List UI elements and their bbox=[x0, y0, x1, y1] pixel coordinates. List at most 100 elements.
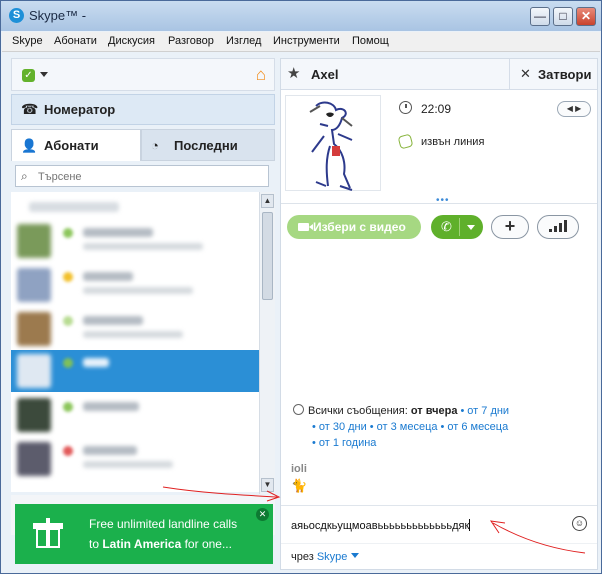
local-time: 22:09 bbox=[421, 102, 452, 116]
video-camera-icon bbox=[298, 223, 309, 231]
message-compose[interactable]: аяьосдкьущмоавьььььььььььььдяк ☺ bbox=[281, 505, 597, 543]
send-via-label[interactable]: чрез Skype bbox=[291, 551, 360, 563]
avatar bbox=[17, 354, 51, 388]
contact-search[interactable]: ⌕ bbox=[15, 165, 269, 187]
clock-icon: ◔ bbox=[151, 138, 159, 153]
contact-tabs: 👤 Абонати ◔ Последни bbox=[11, 129, 275, 161]
status-icon bbox=[63, 402, 73, 412]
contact-avatar[interactable] bbox=[285, 95, 381, 191]
close-conversation-label: Затвори bbox=[538, 67, 592, 82]
avatar bbox=[17, 312, 51, 346]
skype-window: S Skype™ - — □ ✕ Skype Абонати Дискусия … bbox=[0, 0, 602, 574]
promo-banner[interactable]: Free unlimited landline calls to Latin A… bbox=[15, 504, 273, 564]
tab-contacts[interactable]: 👤 Абонати bbox=[11, 129, 141, 161]
close-window-button[interactable]: ✕ bbox=[576, 7, 596, 26]
contact-name-title: Axel bbox=[311, 67, 339, 82]
history-link-1-year[interactable]: от 1 година bbox=[319, 437, 377, 449]
phone-icon: ☎ bbox=[21, 101, 39, 117]
scroll-up-arrow-icon[interactable]: ▲ bbox=[261, 194, 274, 208]
emoticon-picker-icon[interactable]: ☺ bbox=[572, 516, 587, 531]
contact-name bbox=[83, 358, 109, 367]
list-item[interactable] bbox=[11, 308, 259, 350]
menu-contacts[interactable]: Абонати bbox=[54, 35, 97, 47]
list-item[interactable] bbox=[11, 220, 259, 262]
menu-help[interactable]: Помощ bbox=[352, 35, 389, 47]
close-icon: ✕ bbox=[520, 66, 531, 81]
favorite-star-icon[interactable]: ★ bbox=[287, 64, 300, 82]
menu-call[interactable]: Разговор bbox=[168, 35, 214, 47]
avatar bbox=[17, 224, 51, 258]
history-current: от вчера bbox=[410, 405, 458, 417]
contact-list-scrollbar[interactable]: ▲ ▼ bbox=[259, 192, 275, 494]
list-item[interactable] bbox=[11, 264, 259, 306]
add-button[interactable]: + bbox=[491, 215, 529, 239]
tab-contacts-label: Абонати bbox=[44, 138, 99, 153]
history-link-6-months[interactable]: от 6 месеца bbox=[447, 421, 508, 433]
left-pane: ✓ ⌂ ☎ Номератор 👤 Абонати ◔ Последни ⌕ Т… bbox=[11, 58, 275, 568]
status-icon bbox=[63, 358, 73, 368]
avatar-drawing bbox=[309, 101, 353, 191]
window-title: Skype™ - bbox=[29, 8, 87, 23]
contact-name bbox=[83, 272, 133, 281]
home-icon[interactable]: ⌂ bbox=[256, 65, 266, 85]
maximize-button[interactable]: □ bbox=[553, 7, 573, 26]
dialer-button[interactable]: ☎ Номератор bbox=[11, 94, 275, 125]
status-dropdown-arrow-icon[interactable] bbox=[40, 72, 48, 77]
message-history: Всички съобщения: от вчера • от 7 дни • от … bbox=[281, 249, 597, 499]
promo-line1: Free unlimited landline calls bbox=[89, 517, 238, 531]
list-item[interactable] bbox=[11, 394, 259, 436]
list-item[interactable] bbox=[11, 438, 259, 480]
scroll-down-arrow-icon[interactable]: ▼ bbox=[261, 478, 274, 492]
contact-name bbox=[83, 446, 137, 455]
menu-skype[interactable]: Skype bbox=[12, 35, 43, 47]
avatar bbox=[17, 398, 51, 432]
search-input[interactable] bbox=[38, 169, 264, 184]
history-range: Всички съобщения: от вчера • от 7 дни • от … bbox=[293, 403, 593, 451]
user-status-bar[interactable]: ✓ ⌂ bbox=[11, 58, 275, 91]
history-link-3-months[interactable]: от 3 месеца bbox=[377, 421, 438, 433]
contact-list[interactable] bbox=[11, 192, 259, 492]
send-via-selector[interactable]: чрез Skype bbox=[281, 543, 597, 569]
conversation-pane: ★ Axel ✕ Затвори 22:09 ◀ ▶ извън линия •… bbox=[280, 58, 598, 570]
dialer-label: Номератор bbox=[44, 102, 116, 117]
contact-mood bbox=[83, 287, 193, 294]
offline-status-icon bbox=[397, 133, 414, 150]
call-quality-button[interactable] bbox=[537, 215, 579, 239]
promo-line2: to Latin America for one... bbox=[89, 537, 232, 551]
menu-bar: Skype Абонати Дискусия Разговор Изглед И… bbox=[2, 32, 600, 52]
status-icon bbox=[63, 316, 73, 326]
menu-tools[interactable]: Инструменти bbox=[273, 35, 340, 47]
history-prefix: Всички съобщения: bbox=[308, 405, 411, 417]
contact-group-label bbox=[29, 202, 119, 212]
conversation-header: ★ Axel ✕ Затвори bbox=[281, 59, 597, 90]
via-dropdown-arrow-icon bbox=[351, 553, 360, 558]
contact-name bbox=[83, 316, 143, 325]
menu-view[interactable]: Изглед bbox=[226, 35, 261, 47]
scroll-thumb[interactable] bbox=[262, 212, 273, 300]
call-actions: Избери с видео ✆ + bbox=[281, 203, 597, 247]
call-options-arrow-icon[interactable] bbox=[467, 225, 475, 230]
contact-mood bbox=[83, 461, 173, 468]
close-conversation-button[interactable]: ✕ Затвори bbox=[509, 59, 597, 90]
status-icon bbox=[63, 446, 73, 456]
message-input[interactable]: аяьосдкьущмоавьььььььььььььдяк bbox=[291, 519, 471, 532]
history-link-30-days[interactable]: от 30 дни bbox=[319, 421, 367, 433]
person-icon: 👤 bbox=[21, 138, 38, 153]
video-call-label: Избери с видео bbox=[313, 220, 406, 234]
online-status-icon[interactable]: ✓ bbox=[22, 69, 35, 82]
status-icon bbox=[63, 272, 73, 282]
history-clock-icon bbox=[293, 404, 304, 415]
video-call-button[interactable]: Избери с видео bbox=[287, 215, 421, 239]
history-link-7-days[interactable]: от 7 дни bbox=[467, 405, 509, 417]
call-button[interactable]: ✆ bbox=[431, 215, 483, 239]
contact-name bbox=[83, 402, 139, 411]
list-item-selected[interactable] bbox=[11, 350, 259, 392]
tab-recent[interactable]: ◔ Последни bbox=[141, 129, 275, 161]
avatar bbox=[17, 268, 51, 302]
minimize-button[interactable]: — bbox=[530, 7, 550, 26]
menu-conversation[interactable]: Дискусия bbox=[108, 35, 155, 47]
close-promo-icon[interactable]: ✕ bbox=[256, 508, 269, 521]
contact-mood bbox=[83, 243, 203, 250]
contact-name bbox=[83, 228, 153, 237]
profile-pager[interactable]: ◀ ▶ bbox=[557, 101, 591, 117]
